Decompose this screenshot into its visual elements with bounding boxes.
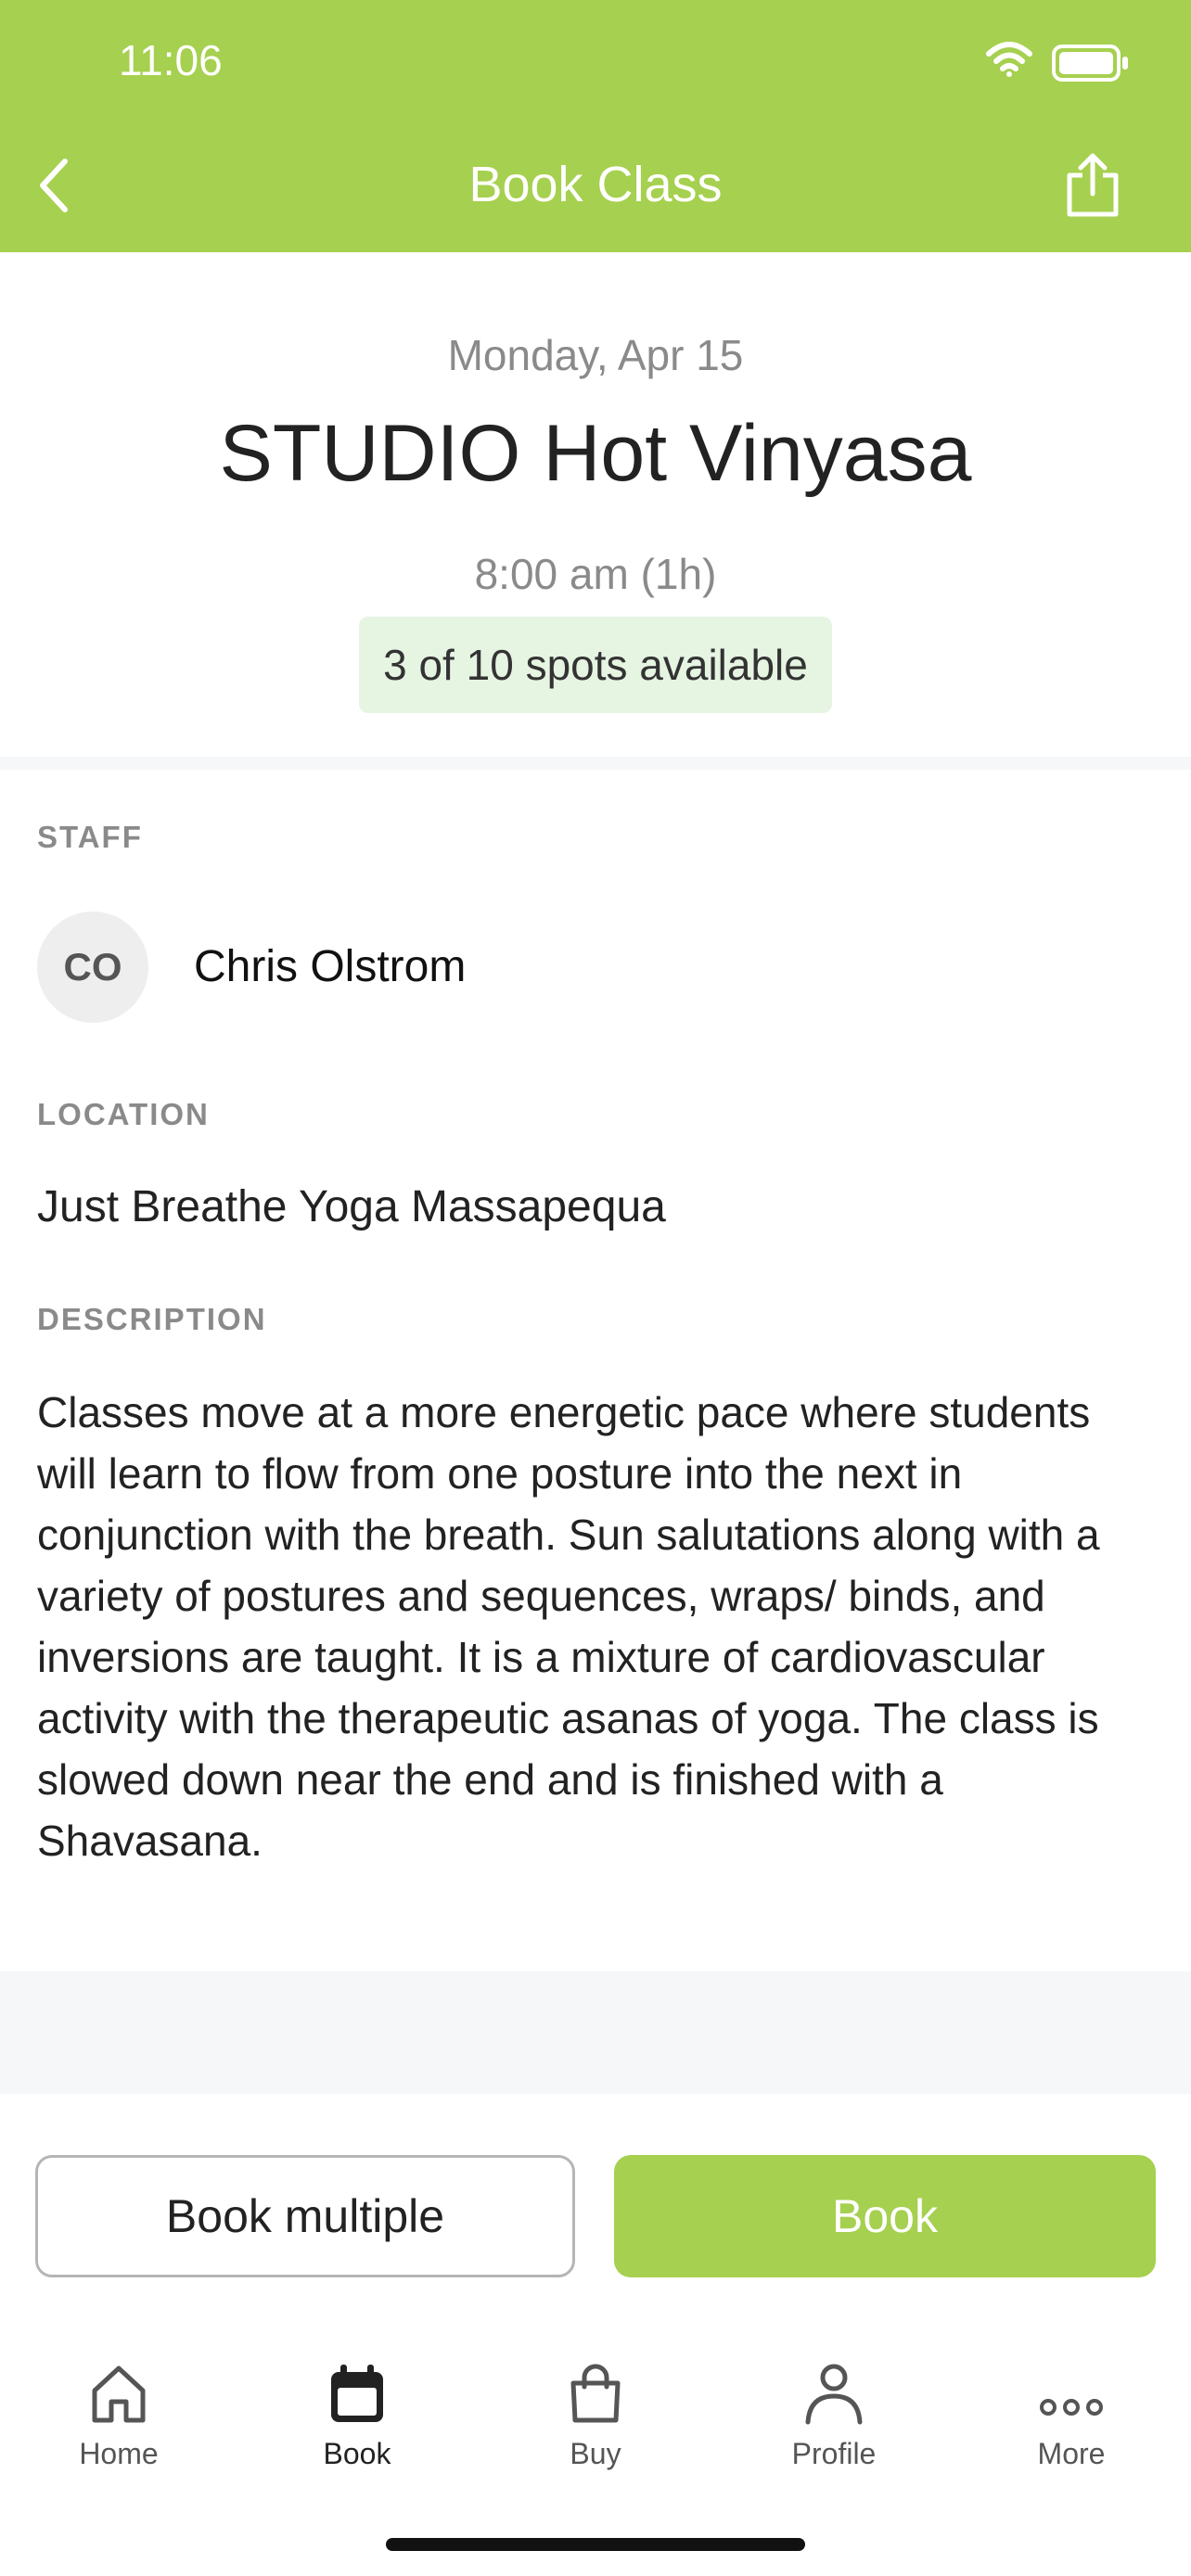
calendar-icon bbox=[331, 2365, 383, 2422]
tab-buy[interactable]: Buy bbox=[503, 2350, 688, 2480]
tab-more-label: More bbox=[1037, 2437, 1106, 2470]
page-title: Book Class bbox=[468, 157, 723, 212]
spacer-band bbox=[0, 1971, 1191, 2094]
shopping-bag-icon bbox=[570, 2364, 621, 2423]
wifi-icon bbox=[985, 41, 1033, 83]
tab-book[interactable]: Book bbox=[264, 2350, 450, 2480]
class-date: Monday, Apr 15 bbox=[447, 331, 744, 379]
description-text: Classes move at a more energetic pace wh… bbox=[37, 1388, 1100, 1865]
section-divider bbox=[0, 757, 1191, 770]
tab-profile[interactable]: Profile bbox=[741, 2350, 927, 2480]
person-icon bbox=[805, 2364, 863, 2425]
more-icon bbox=[1040, 2399, 1103, 2416]
location-name: Just Breathe Yoga Massapequa bbox=[37, 1182, 666, 1231]
spots-badge: 3 of 10 spots available bbox=[359, 617, 832, 713]
share-button[interactable] bbox=[1059, 147, 1126, 224]
app-header: 11:06 Book Class bbox=[0, 0, 1191, 252]
tab-profile-label: Profile bbox=[791, 2437, 877, 2470]
tab-more[interactable]: More bbox=[979, 2350, 1164, 2480]
status-time: 11:06 bbox=[119, 36, 223, 84]
class-time: 8:00 am (1h) bbox=[474, 550, 717, 598]
book-multiple-button[interactable]: Book multiple bbox=[35, 2155, 575, 2277]
share-icon bbox=[1067, 153, 1119, 217]
location-label: LOCATION bbox=[37, 1097, 210, 1131]
avatar: CO bbox=[37, 912, 148, 1023]
home-icon bbox=[92, 2366, 146, 2423]
tab-book-label: Book bbox=[323, 2437, 391, 2470]
class-title: STUDIO Hot Vinyasa bbox=[219, 409, 972, 498]
home-indicator[interactable] bbox=[386, 2538, 805, 2551]
tab-home-label: Home bbox=[79, 2437, 159, 2470]
description-label: DESCRIPTION bbox=[37, 1302, 267, 1336]
battery-icon bbox=[1052, 45, 1130, 86]
staff-name[interactable]: Chris Olstrom bbox=[194, 941, 466, 992]
class-summary: Monday, Apr 15 STUDIO Hot Vinyasa 8:00 a… bbox=[0, 252, 1191, 764]
staff-label: STAFF bbox=[37, 820, 143, 854]
book-button[interactable]: Book bbox=[614, 2155, 1156, 2277]
tab-buy-label: Buy bbox=[570, 2437, 621, 2470]
tab-home[interactable]: Home bbox=[26, 2350, 211, 2480]
